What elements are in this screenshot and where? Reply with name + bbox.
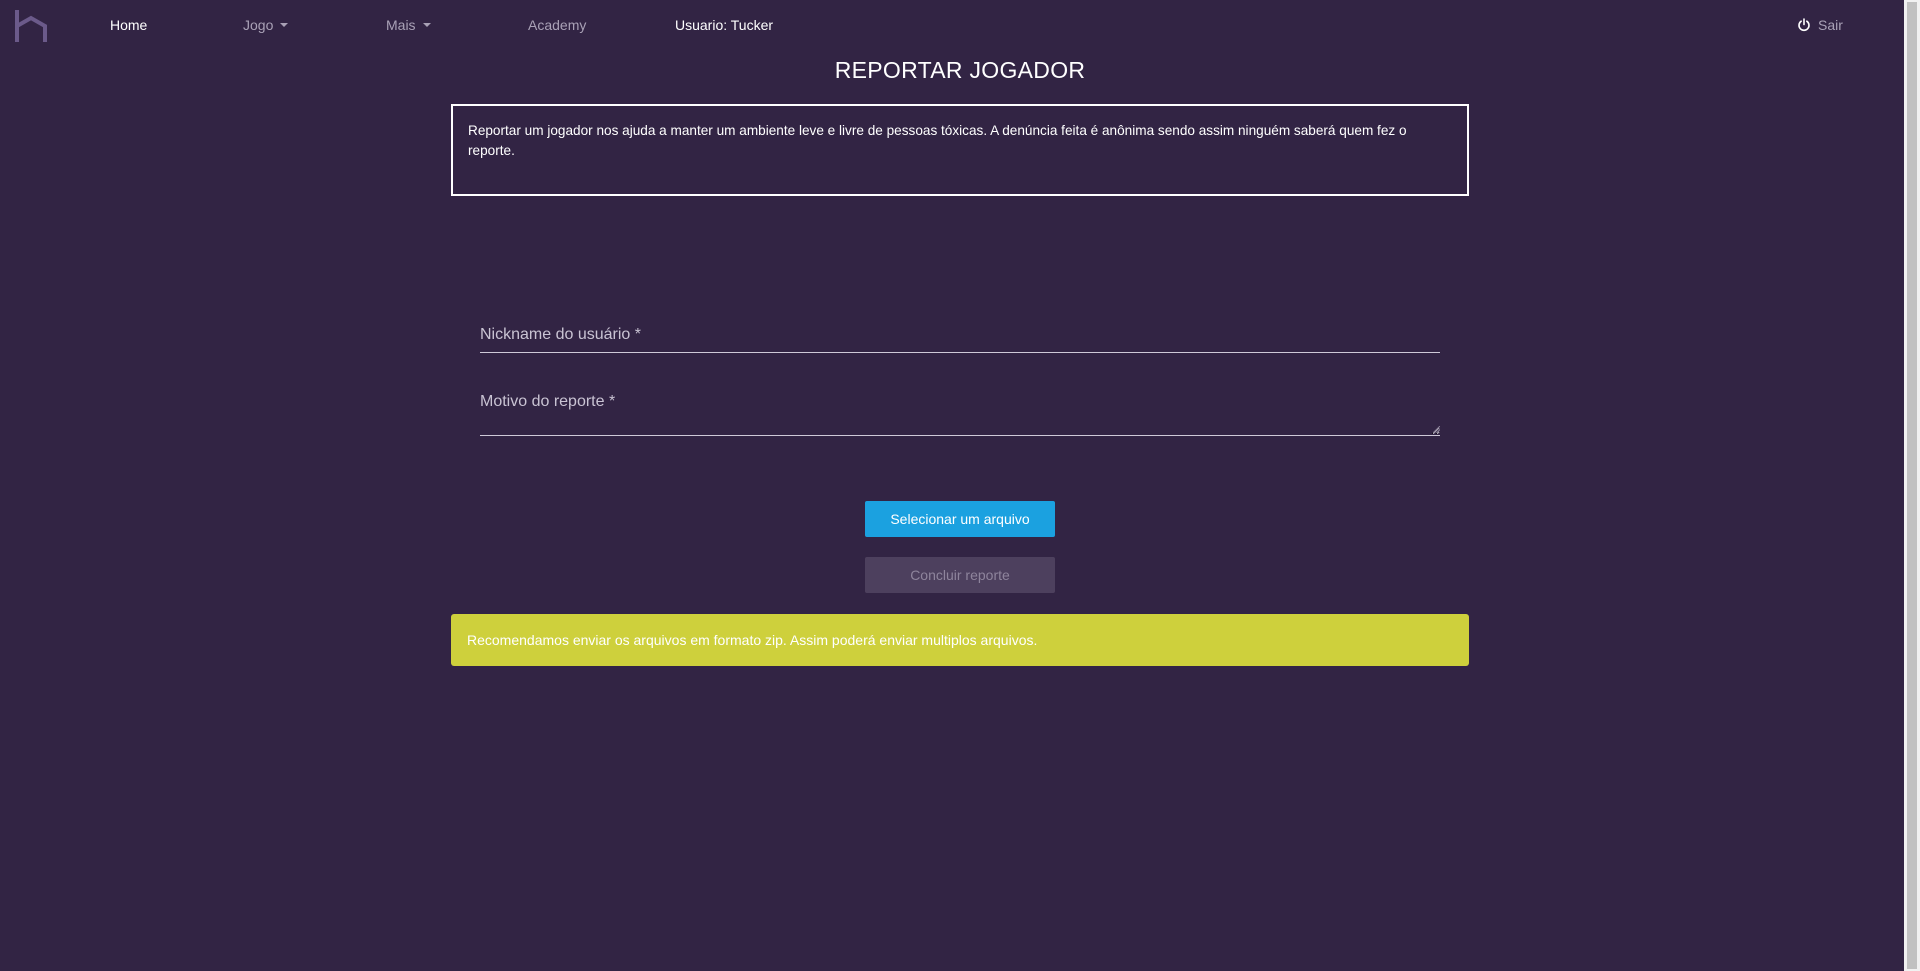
submit-report-button[interactable]: Concluir reporte [865,557,1055,593]
nav-jogo-dropdown[interactable]: Jogo [243,17,289,33]
reason-textarea[interactable] [480,386,1440,436]
nickname-field: Nickname do usuário * [480,322,1440,353]
info-box: Reportar um jogador nos ajuda a manter u… [451,104,1469,196]
top-navbar: Home Jogo Mais Academy Usuario: Tucker S… [0,0,1904,54]
reason-field: Motivo do reporte * [480,386,1440,436]
resize-grip-icon[interactable] [1433,426,1440,433]
caret-down-icon [280,23,289,27]
nav-home[interactable]: Home [110,17,147,33]
page-title: REPORTAR JOGADOR [834,57,1086,83]
logout-label: Sair [1818,17,1843,33]
hellow-logo-icon[interactable] [14,8,48,44]
nav-mais-dropdown[interactable]: Mais [386,17,431,33]
nav-academy[interactable]: Academy [528,17,586,33]
nav-mais-label: Mais [386,17,416,33]
page: Home Jogo Mais Academy Usuario: Tucker S… [0,0,1920,971]
alert-text: Recomendamos enviar os arquivos em forma… [467,632,1038,648]
caret-down-icon [422,23,431,27]
nickname-input[interactable] [480,322,1440,353]
scrollbar-thumb[interactable] [1907,2,1917,969]
select-file-button[interactable]: Selecionar um arquivo [865,501,1055,537]
vertical-scrollbar[interactable] [1904,0,1920,971]
logout-button[interactable]: Sair [1797,17,1843,33]
power-icon [1798,18,1810,32]
nav-jogo-label: Jogo [243,17,274,33]
zip-recommendation-alert: Recomendamos enviar os arquivos em forma… [451,614,1469,666]
info-text: Reportar um jogador nos ajuda a manter u… [468,123,1407,158]
user-label: Usuario: Tucker [675,17,774,33]
